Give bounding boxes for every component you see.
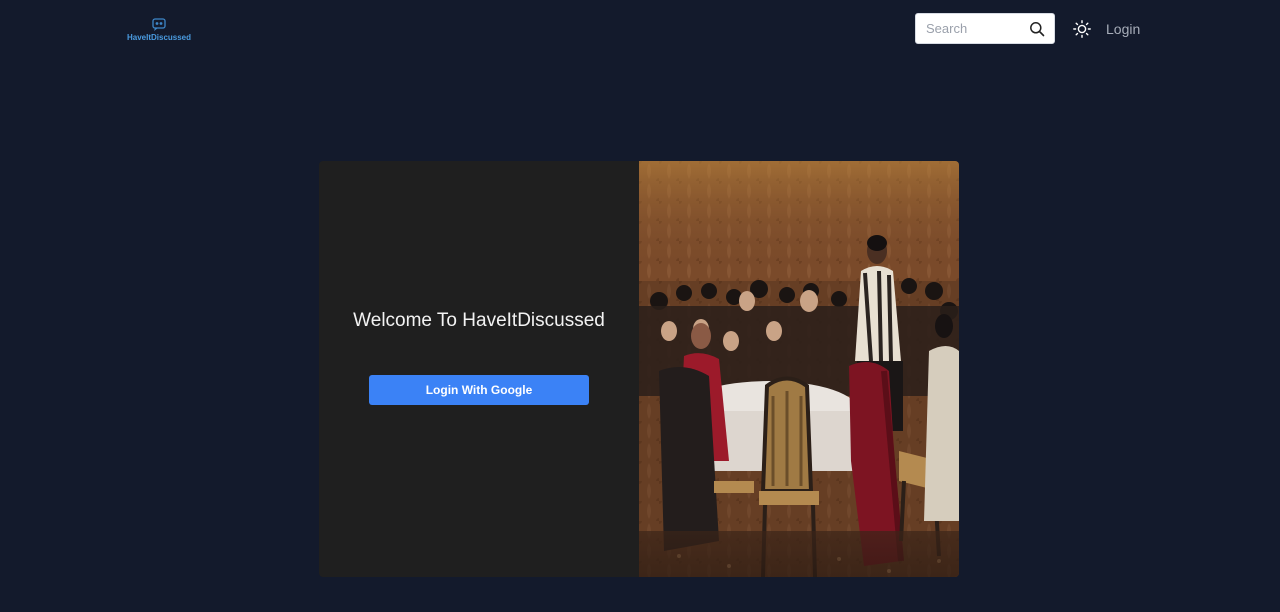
login-link[interactable]: Login bbox=[1106, 21, 1140, 37]
top-navbar: HaveItDiscussed Login bbox=[0, 0, 1280, 60]
login-card: Welcome To HaveItDiscussed Login With Go… bbox=[319, 161, 959, 577]
welcome-heading: Welcome To HaveItDiscussed bbox=[353, 310, 605, 331]
conference-photo bbox=[639, 161, 959, 577]
search-box bbox=[915, 13, 1055, 44]
site-logo[interactable]: HaveItDiscussed bbox=[124, 18, 194, 48]
logo-text: HaveItDiscussed bbox=[126, 33, 192, 42]
sun-icon[interactable] bbox=[1073, 20, 1091, 38]
search-input[interactable] bbox=[916, 14, 1016, 43]
login-with-google-button[interactable]: Login With Google bbox=[369, 375, 589, 405]
login-panel: Welcome To HaveItDiscussed Login With Go… bbox=[319, 161, 639, 577]
conference-photo-image bbox=[639, 161, 959, 577]
logo-icon bbox=[152, 18, 166, 31]
search-icon[interactable] bbox=[1029, 21, 1045, 37]
